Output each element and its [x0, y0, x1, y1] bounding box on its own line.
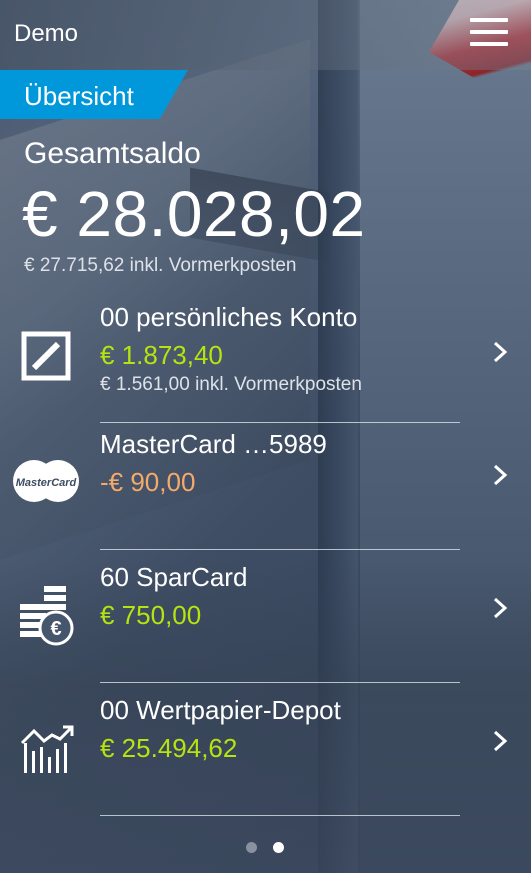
- account-balance: € 1.873,40: [100, 340, 223, 370]
- account-name: 60 SparCard: [100, 562, 248, 592]
- account-name: 00 persönliches Konto: [100, 302, 358, 332]
- account-row-depot[interactable]: 00 Wertpapier-Depot € 25.494,62: [0, 683, 531, 816]
- account-balance: € 25.494,62: [100, 733, 238, 763]
- chevron-right-icon: [490, 463, 510, 487]
- page-indicator: [0, 838, 531, 858]
- page-dot-2-active[interactable]: [273, 842, 284, 853]
- total-balance-amount: € 28.028,02: [22, 178, 366, 250]
- account-row-sparcard[interactable]: € 60 SparCard € 750,00: [0, 550, 531, 683]
- chevron-right-icon: [490, 340, 510, 364]
- account-row-personal[interactable]: 00 persönliches Konto € 1.873,40 € 1.561…: [0, 290, 531, 423]
- app-title: Demo: [14, 20, 79, 47]
- account-name: MasterCard …5989: [100, 429, 327, 459]
- account-pending: € 1.561,00 inkl. Vormerkposten: [100, 374, 362, 395]
- chevron-right-icon: [490, 596, 510, 620]
- account-balance: € 750,00: [100, 600, 202, 630]
- top-bar: Demo: [0, 0, 531, 70]
- account-balance: -€ 90,00: [100, 467, 196, 497]
- mastercard-logo-icon: MasterCard: [10, 457, 82, 505]
- svg-text:MasterCard: MasterCard: [16, 477, 77, 489]
- account-name: 00 Wertpapier-Depot: [100, 695, 341, 725]
- total-balance-pending: € 27.715,62 inkl. Vormerkposten: [24, 255, 297, 276]
- euro-coins-icon: €: [16, 582, 80, 646]
- hamburger-menu-icon[interactable]: [466, 14, 512, 50]
- tab-uebersicht[interactable]: Übersicht: [0, 70, 188, 119]
- account-row-mastercard[interactable]: MasterCard MasterCard …5989 -€ 90,00: [0, 417, 531, 550]
- svg-text:€: €: [50, 618, 61, 640]
- deutsche-bank-logo-icon: [14, 326, 78, 390]
- page-dot-1[interactable]: [246, 842, 257, 853]
- divider: [100, 815, 460, 816]
- total-balance-label: Gesamtsaldo: [24, 137, 201, 170]
- chart-growth-icon: [18, 721, 82, 785]
- chevron-right-icon: [490, 729, 510, 753]
